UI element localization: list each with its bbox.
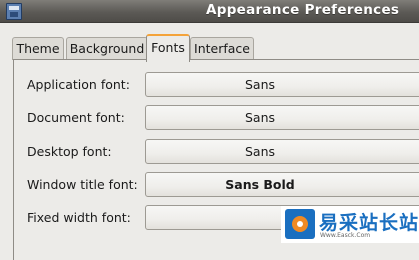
window-titlebar[interactable]: Appearance Preferences (0, 0, 419, 23)
watermark-subtext: Www.Easck.Com (320, 232, 371, 239)
watermark-text: 易采站长站 (319, 212, 419, 234)
tab-fonts[interactable]: Fonts (146, 34, 190, 62)
document-font-button[interactable]: Sans (145, 105, 419, 130)
tab-background[interactable]: Background (66, 37, 148, 60)
desktop-font-label: Desktop font: (27, 144, 112, 159)
window-title-font-button[interactable]: Sans Bold (145, 172, 419, 197)
application-font-label: Application font: (27, 77, 130, 92)
watermark-logo: 易采站长站 Www.Easck.Com (281, 206, 419, 243)
watermark-icon (285, 209, 315, 239)
fixed-width-font-label: Fixed width font: (27, 210, 131, 225)
window-title: Appearance Preferences (206, 2, 400, 18)
desktop-font-button[interactable]: Sans (145, 139, 419, 164)
application-font-button[interactable]: Sans (145, 72, 419, 97)
window-app-icon[interactable] (6, 3, 22, 20)
window-title-font-label: Window title font: (27, 177, 138, 192)
tab-interface[interactable]: Interface (190, 37, 254, 60)
tab-theme[interactable]: Theme (12, 37, 64, 60)
document-font-label: Document font: (27, 110, 125, 125)
